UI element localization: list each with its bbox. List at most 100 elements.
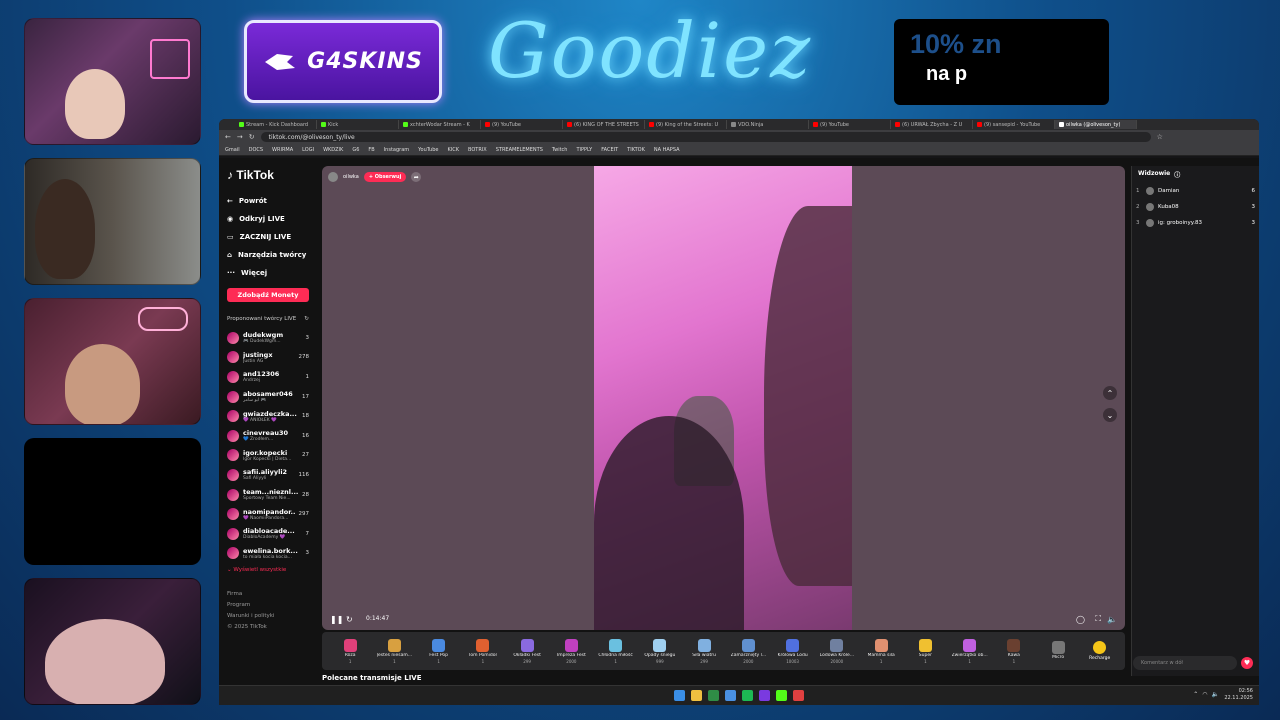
bookmark-item[interactable]: YouTube: [418, 147, 438, 153]
browser-tab[interactable]: (9) King of the Streets: U: [645, 120, 727, 129]
chevron-up-icon[interactable]: ⌃: [1193, 691, 1198, 698]
gift-item[interactable]: Micro: [1036, 641, 1080, 661]
viewer-row[interactable]: 1 Damian 6: [1132, 183, 1259, 199]
refresh-icon[interactable]: ↻: [346, 615, 353, 624]
gift-item[interactable]: Impreza Fest 2000: [549, 638, 593, 664]
creator-item[interactable]: justingx Justin AG 278: [227, 348, 309, 368]
browser-tab[interactable]: (6) KING OF THE STREETS: [563, 120, 645, 129]
browser-tab[interactable]: VDO.Ninja: [727, 120, 809, 129]
back-icon[interactable]: ←: [225, 133, 231, 141]
bookmark-item[interactable]: WKDZIK: [323, 147, 343, 153]
gift-item[interactable]: Zwierzątko ob... 1: [948, 638, 992, 664]
nav-item[interactable]: ← Powrót: [227, 192, 309, 210]
refresh-icon[interactable]: ↻: [304, 316, 309, 322]
browser-tab[interactable]: (9) sansepid - YouTube: [973, 120, 1055, 129]
creator-item[interactable]: gwiazdeczka... 💜 ANIOŁEK 💜 18: [227, 406, 309, 426]
footer-link[interactable]: Firma: [227, 589, 309, 600]
gift-item[interactable]: Super 1: [903, 638, 947, 664]
viewer-row[interactable]: 3 ig: groboinyy.83 3: [1132, 215, 1259, 231]
recharge-button[interactable]: Recharge: [1080, 641, 1119, 661]
gift-item[interactable]: Mamma sila 1: [859, 638, 903, 664]
comment-input[interactable]: Komentarz w dół: [1133, 656, 1237, 670]
footer-link[interactable]: Program: [227, 600, 309, 611]
nav-item[interactable]: ··· Więcej: [227, 264, 309, 282]
volume-icon[interactable]: 🔈: [1212, 691, 1219, 698]
nav-item[interactable]: ▭ ZACZNIJ LIVE: [227, 228, 309, 246]
bookmark-item[interactable]: G6: [352, 147, 359, 153]
viewer-row[interactable]: 2 Kuba08 3: [1132, 199, 1259, 215]
gift-item[interactable]: Chłodna miłość 1: [594, 638, 638, 664]
bookmark-item[interactable]: STREAMELEMENTS: [496, 147, 543, 153]
forward-icon[interactable]: →: [237, 133, 243, 141]
wifi-icon[interactable]: ◠: [1202, 691, 1207, 698]
creator-item[interactable]: safii.aliyyli2 Safi Aliyyli 116: [227, 465, 309, 485]
browser-tab[interactable]: oilwka (@oliveson_ty): [1055, 120, 1137, 129]
bookmark-item[interactable]: KICK: [447, 147, 459, 153]
gift-item[interactable]: Lodowa Króle... 20000: [815, 638, 859, 664]
get-coins-button[interactable]: Zdobądź Monety: [227, 288, 309, 302]
browser-tab[interactable]: (6) URWAŁ Zbycha - Z U: [891, 120, 973, 129]
creator-item[interactable]: and12306 Andrzej 1: [227, 367, 309, 387]
live-player[interactable]: oilwka + Obserwuj ➦ ⌃ ⌄ ❚❚ ↻ 0:14:47 ◯ ⛶…: [322, 166, 1125, 630]
follow-button[interactable]: + Obserwuj: [363, 172, 407, 182]
creator-item[interactable]: team...nieznl... Sportowy Team Nie... 28: [227, 485, 309, 505]
reload-icon[interactable]: ↻: [249, 133, 255, 141]
chevron-up-icon[interactable]: ⌃: [1103, 386, 1117, 400]
bookmark-item[interactable]: NA HAPSA: [654, 147, 680, 153]
bookmark-item[interactable]: LOGI: [302, 147, 314, 153]
taskbar-app-icon[interactable]: [776, 690, 787, 701]
taskbar-app-icon[interactable]: [793, 690, 804, 701]
creator-item[interactable]: igor.kopecki Igor Kopecki | Dieta... 27: [227, 446, 309, 466]
gift-item[interactable]: Jesteś niesam... 1: [372, 638, 416, 664]
browser-tab[interactable]: (9) YouTube: [809, 120, 891, 129]
taskbar-app-icon[interactable]: [674, 690, 685, 701]
share-icon[interactable]: ➦: [411, 172, 422, 182]
host-avatar[interactable]: [328, 172, 338, 182]
bookmark-item[interactable]: BOTRIX: [468, 147, 487, 153]
gift-item[interactable]: Zamarznięty l... 2000: [726, 638, 770, 664]
taskbar-app-icon[interactable]: [691, 690, 702, 701]
creator-item[interactable]: cinevreau30 💙 Zrodłem... 16: [227, 426, 309, 446]
chevron-down-icon[interactable]: ⌄: [1103, 408, 1117, 422]
gift-item[interactable]: Róża 1: [328, 638, 372, 664]
fullscreen-icon[interactable]: ⛶: [1095, 614, 1101, 624]
bookmark-star-icon[interactable]: ☆: [1157, 133, 1163, 141]
nav-item[interactable]: ◉ Odkryj LIVE: [227, 210, 309, 228]
bookmark-item[interactable]: Twitch: [552, 147, 568, 153]
bookmark-item[interactable]: WRIRMA: [272, 147, 293, 153]
gift-item[interactable]: Opady śniegu 999: [638, 638, 682, 664]
creator-item[interactable]: dudekwgm 🎮 DudekWgm... 3: [227, 328, 309, 348]
bookmark-item[interactable]: FACEIT: [601, 147, 618, 153]
creator-item[interactable]: abosamer046 ابو سامر 🎮 17: [227, 387, 309, 407]
clock[interactable]: 02:56 22.11.2025: [1224, 688, 1253, 702]
bookmark-item[interactable]: FB: [368, 147, 374, 153]
browser-tab[interactable]: Stream - Kick Dashboard: [235, 120, 317, 129]
bookmark-item[interactable]: DOCS: [249, 147, 263, 153]
info-icon[interactable]: ⓘ: [1174, 170, 1180, 179]
volume-icon[interactable]: 🔈: [1107, 615, 1117, 624]
creator-item[interactable]: ewelina.bork... to miała kocia kocia... 3: [227, 544, 309, 564]
browser-tab[interactable]: (9) YouTube: [481, 120, 563, 129]
browser-tab[interactable]: xchterWodar Stream - K: [399, 120, 481, 129]
gift-item[interactable]: Tom Pomidor 1: [461, 638, 505, 664]
bookmark-item[interactable]: Gmail: [225, 147, 240, 153]
browser-tab[interactable]: Kick: [317, 120, 399, 129]
creator-item[interactable]: naomipandor... 💜 NaomiiPandora... 297: [227, 504, 309, 524]
record-icon[interactable]: ◯: [1076, 615, 1085, 624]
url-input[interactable]: tiktok.com/@oliveson_ty/live: [260, 132, 1151, 142]
host-name[interactable]: oilwka: [343, 174, 359, 180]
gift-item[interactable]: Królowa Lodu 10003: [771, 638, 815, 664]
gift-item[interactable]: Kawa 1: [992, 638, 1036, 664]
gift-item[interactable]: Siła wiatru 299: [682, 638, 726, 664]
see-all-link[interactable]: ⌄ Wyświetl wszystkie: [227, 567, 309, 573]
taskbar-app-icon[interactable]: [759, 690, 770, 701]
gift-item[interactable]: Okładki Fest 299: [505, 638, 549, 664]
bookmark-item[interactable]: TIKTOK: [627, 147, 645, 153]
bookmark-item[interactable]: TIPPLY: [576, 147, 592, 153]
taskbar-app-icon[interactable]: [742, 690, 753, 701]
creator-item[interactable]: diabloacade... DiabloAcademy 💜 7: [227, 524, 309, 544]
taskbar-app-icon[interactable]: [725, 690, 736, 701]
taskbar-app-icon[interactable]: [708, 690, 719, 701]
gift-item[interactable]: Fest Pop 1: [417, 638, 461, 664]
nav-item[interactable]: ⌂ Narzędzia twórcy: [227, 246, 309, 264]
